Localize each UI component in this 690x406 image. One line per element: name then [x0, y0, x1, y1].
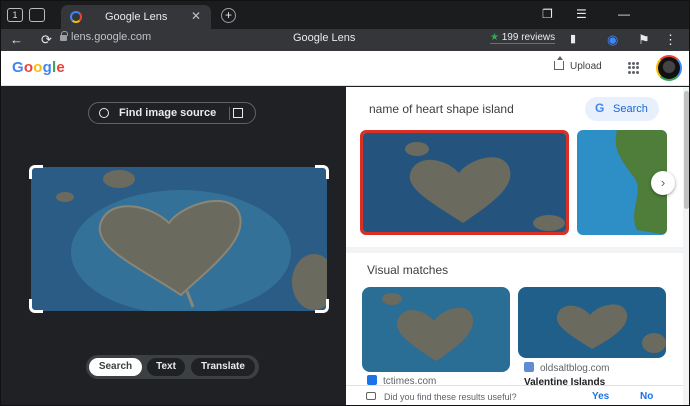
collections-icon[interactable]: ❐: [542, 7, 553, 21]
results-scrollbar[interactable]: [683, 87, 689, 405]
scrollbar-thumb[interactable]: [684, 91, 689, 209]
upload-icon: [554, 56, 564, 70]
google-header: Google Upload: [1, 51, 689, 86]
match-source-label: oldsaltblog.com: [540, 363, 610, 374]
new-tab-button[interactable]: +: [221, 8, 236, 23]
workspaces-icon[interactable]: [29, 8, 45, 22]
mode-translate[interactable]: Translate: [191, 358, 255, 376]
minimize-icon[interactable]: —: [618, 7, 630, 21]
feedback-icon: [366, 392, 376, 400]
extensions-menu-icon[interactable]: ☰: [576, 7, 587, 21]
mode-search[interactable]: Search: [89, 358, 142, 376]
logo-letter: g: [42, 59, 52, 76]
result-image-selected[interactable]: [360, 130, 569, 235]
visual-match-card[interactable]: [362, 287, 510, 372]
next-results-arrow-icon[interactable]: ›: [651, 171, 675, 195]
lens-image-panel: Find image source Search Text Translate: [1, 87, 346, 405]
upload-label: Upload: [570, 61, 602, 72]
search-query[interactable]: name of heart shape island: [369, 102, 514, 116]
crop-handle-bottom-left[interactable]: [29, 299, 43, 313]
address-toolbar: ← ⟳ lens.google.com Google Lens ★ 199 re…: [1, 29, 689, 51]
feedback-question: Did you find these results useful?: [384, 392, 517, 402]
close-tab-icon[interactable]: ✕: [191, 9, 201, 23]
tab-strip: 1 Google Lens ✕ + ❐ ☰ —: [1, 1, 689, 29]
browser-window: 1 Google Lens ✕ + ❐ ☰ — ← ⟳ lens.google.…: [0, 0, 690, 406]
logo-letter: o: [23, 59, 34, 76]
match-source[interactable]: oldsaltblog.com: [524, 362, 609, 374]
visual-match-image: [362, 287, 510, 372]
image-search-icon: [99, 108, 109, 118]
logo-letter: o: [33, 59, 43, 76]
crop-handle-top-right[interactable]: [315, 165, 329, 179]
page-title: Google Lens: [293, 32, 356, 44]
lock-icon: [60, 31, 68, 41]
results-panel: name of heart shape island G Search › Vi…: [346, 87, 689, 405]
mode-text[interactable]: Text: [147, 358, 185, 376]
address-url[interactable]: lens.google.com: [71, 31, 151, 43]
visual-matches-title: Visual matches: [367, 263, 449, 277]
upload-button[interactable]: Upload: [554, 56, 602, 72]
avatar[interactable]: [656, 55, 682, 81]
bookmark-icon[interactable]: ▮: [570, 32, 576, 45]
lens-extension-icon[interactable]: ◉: [607, 32, 618, 48]
section-divider: [346, 247, 689, 253]
visual-match-image: [518, 287, 666, 358]
google-lens-favicon-icon: [70, 11, 82, 23]
open-external-icon[interactable]: [233, 108, 243, 118]
back-icon[interactable]: ←: [10, 32, 23, 47]
selected-image-region[interactable]: [31, 167, 327, 311]
site-favicon-icon: [367, 375, 377, 385]
logo-letter: e: [56, 59, 65, 76]
reviews-count: 199 reviews: [501, 32, 556, 43]
find-image-source-label: Find image source: [119, 107, 217, 119]
search-button[interactable]: G Search: [585, 97, 659, 121]
divider: [229, 107, 230, 120]
profile-icon[interactable]: ⚑: [638, 32, 650, 48]
more-icon[interactable]: ⋮: [664, 32, 677, 48]
feedback-bar: Did you find these results useful? Yes N…: [346, 385, 689, 405]
apps-grid-icon[interactable]: [628, 62, 640, 74]
lens-mode-switcher: Search Text Translate: [86, 355, 259, 379]
star-icon: ★: [490, 32, 499, 43]
feedback-no-button[interactable]: No: [640, 391, 653, 402]
heart-island-image: [31, 167, 327, 311]
feedback-yes-button[interactable]: Yes: [592, 391, 609, 402]
crop-handle-top-left[interactable]: [29, 165, 43, 179]
logo-letter: G: [12, 59, 24, 76]
tab-google-lens[interactable]: Google Lens ✕: [61, 5, 211, 29]
google-g-icon: G: [595, 101, 605, 115]
search-button-label: Search: [613, 103, 648, 115]
reviews-link[interactable]: ★ 199 reviews: [490, 32, 556, 44]
crop-handle-bottom-right[interactable]: [315, 299, 329, 313]
visual-match-card[interactable]: [518, 287, 666, 358]
find-image-source-button[interactable]: Find image source: [88, 102, 256, 124]
site-favicon-icon: [524, 362, 534, 372]
tab-count-icon[interactable]: 1: [7, 8, 23, 22]
heart-island-thumbnail: [363, 133, 566, 232]
reload-icon[interactable]: ⟳: [41, 32, 52, 48]
google-logo[interactable]: Google: [12, 59, 65, 76]
tab-title: Google Lens: [105, 11, 168, 23]
